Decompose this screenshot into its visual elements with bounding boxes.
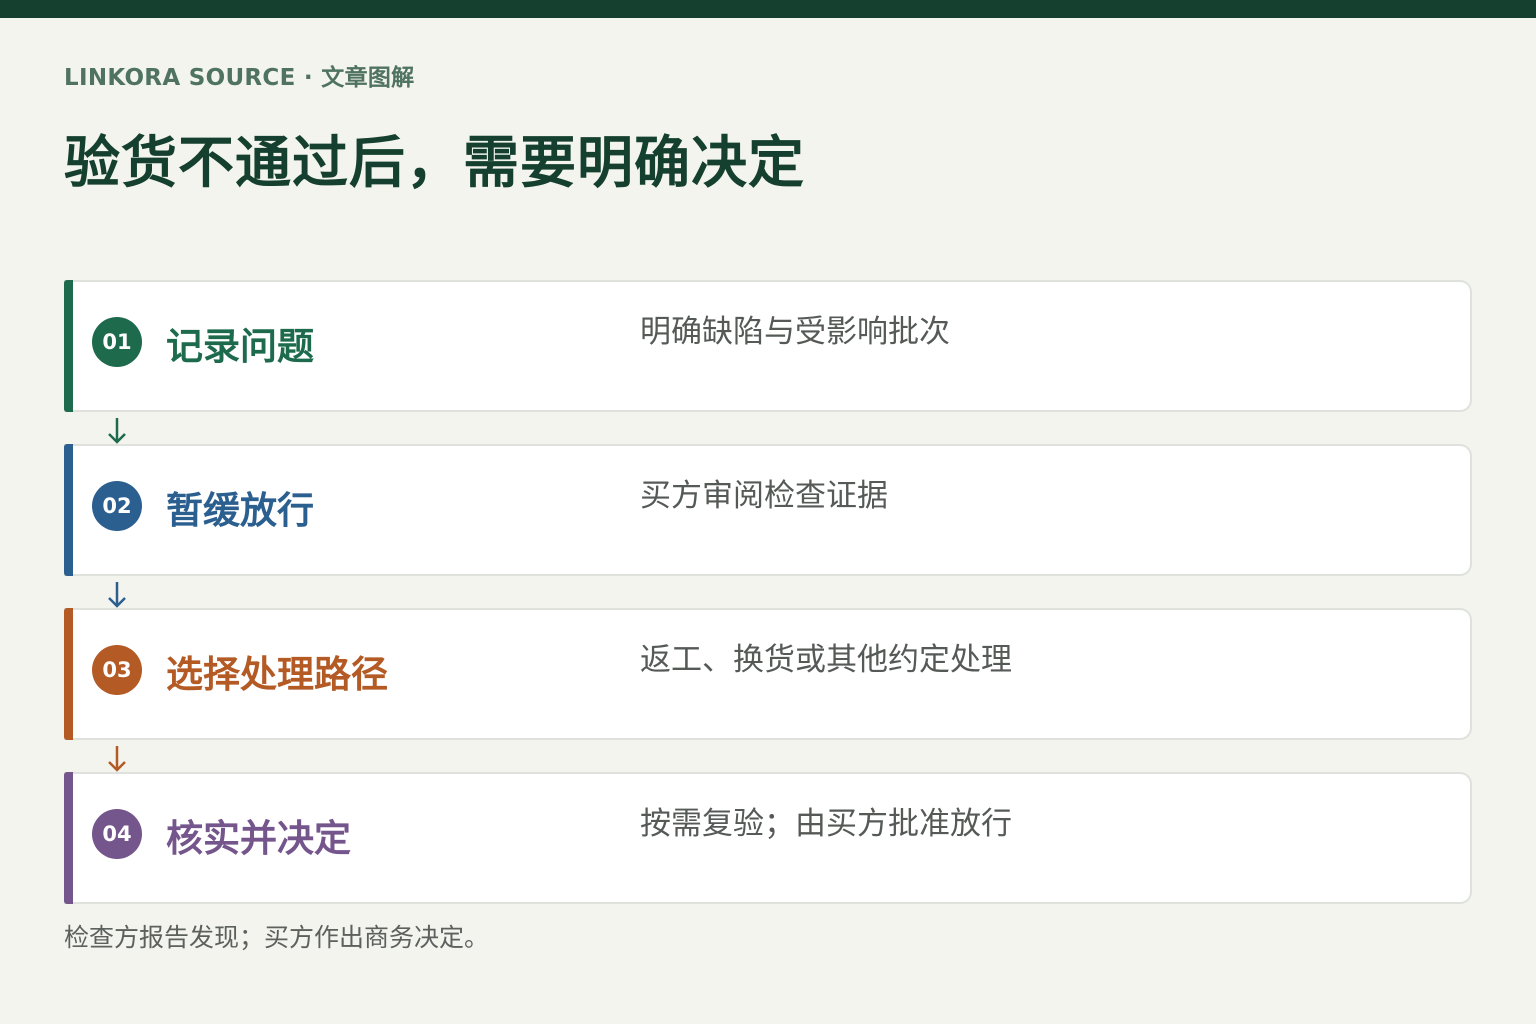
step-description: 明确缺陷与受影响批次 bbox=[640, 314, 950, 350]
step-accent-bar bbox=[64, 772, 73, 904]
arrow-down-icon bbox=[108, 582, 126, 608]
step-title: 暂缓放行 bbox=[166, 489, 314, 532]
step-title: 记录问题 bbox=[166, 325, 314, 368]
step-number-badge: 04 bbox=[92, 809, 142, 859]
step-number-badge: 03 bbox=[92, 645, 142, 695]
footnote: 检查方报告发现；买方作出商务决定。 bbox=[64, 923, 490, 952]
arrow-down-icon bbox=[108, 746, 126, 772]
step-card-1: 01 记录问题 明确缺陷与受影响批次 bbox=[64, 280, 1472, 412]
step-accent-bar bbox=[64, 444, 73, 576]
step-accent-bar bbox=[64, 280, 73, 412]
step-title: 核实并决定 bbox=[166, 817, 351, 860]
step-card-3: 03 选择处理路径 返工、换货或其他约定处理 bbox=[64, 608, 1472, 740]
page-title: 验货不通过后，需要明确决定 bbox=[64, 131, 805, 196]
step-description: 返工、换货或其他约定处理 bbox=[640, 642, 1012, 678]
step-description: 买方审阅检查证据 bbox=[640, 478, 888, 514]
step-card-4: 04 核实并决定 按需复验；由买方批准放行 bbox=[64, 772, 1472, 904]
step-description: 按需复验；由买方批准放行 bbox=[640, 806, 1012, 842]
step-card-2: 02 暂缓放行 买方审阅检查证据 bbox=[64, 444, 1472, 576]
step-title: 选择处理路径 bbox=[166, 653, 388, 696]
step-number-badge: 02 bbox=[92, 481, 142, 531]
eyebrow-label: LINKORA SOURCE · 文章图解 bbox=[64, 65, 415, 91]
step-accent-bar bbox=[64, 608, 73, 740]
step-number-badge: 01 bbox=[92, 317, 142, 367]
arrow-down-icon bbox=[108, 418, 126, 444]
top-accent-bar bbox=[0, 0, 1536, 18]
